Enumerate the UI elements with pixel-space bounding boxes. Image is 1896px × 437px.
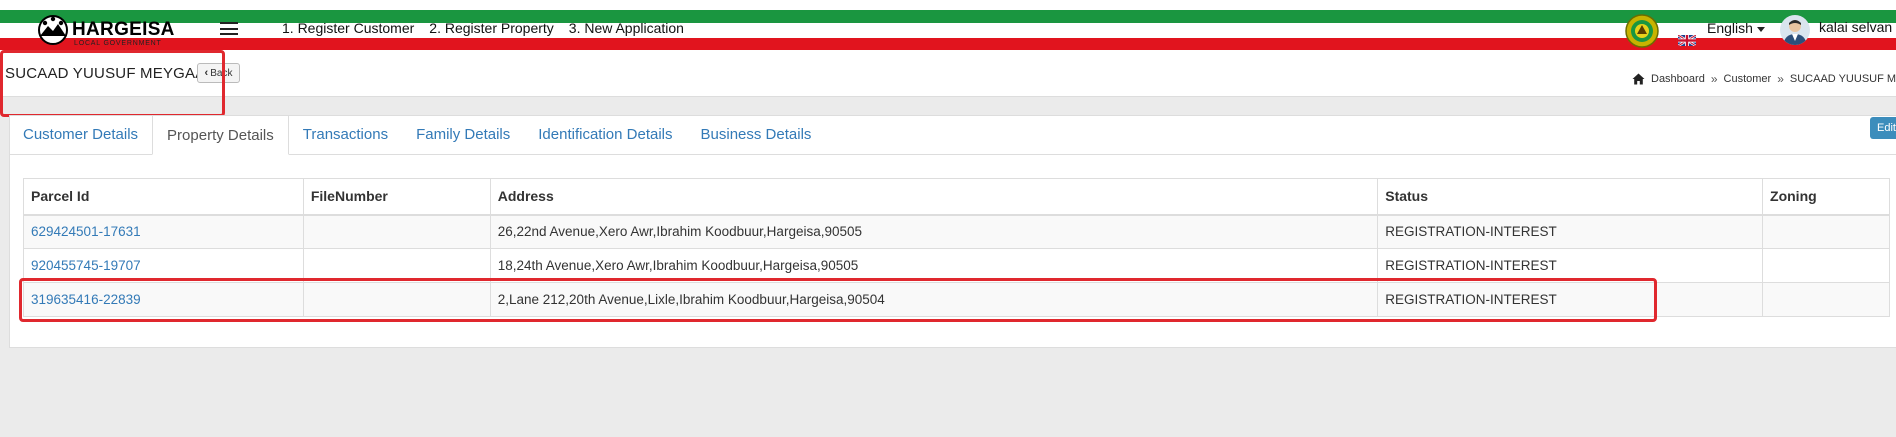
cell-file-number (302, 214, 491, 249)
uk-flag-icon (1678, 35, 1696, 46)
breadcrumb-dashboard[interactable]: Dashboard (1651, 73, 1705, 85)
tab-family-details[interactable]: Family Details (402, 116, 524, 155)
customer-details-card: Customer Details Property Details Transa… (9, 115, 1896, 348)
table-header-row: Parcel Id FileNumber Address Status Zoni… (23, 178, 1890, 216)
chevron-left-icon: ‹ (204, 67, 209, 79)
table-row: 920455745-19707 18,24th Avenue,Xero Awr,… (23, 248, 1890, 283)
details-tabs: Customer Details Property Details Transa… (10, 115, 1896, 155)
user-avatar[interactable] (1780, 15, 1810, 45)
language-dropdown[interactable]: English (1707, 20, 1765, 36)
tab-transactions[interactable]: Transactions (289, 116, 402, 155)
page-title: SUCAAD YUUSUF MEYGAAG (5, 65, 218, 82)
column-header-status[interactable]: Status (1377, 178, 1764, 216)
back-button-label: Back (210, 67, 233, 79)
parcel-id-link[interactable]: 920455745-19707 (31, 258, 141, 273)
breadcrumb: Dashboard » Customer » SUCAAD YUUSUF MEY… (1632, 72, 1896, 86)
cell-file-number (302, 248, 491, 283)
cell-status: REGISTRATION-INTEREST (1377, 248, 1764, 283)
property-table: Parcel Id FileNumber Address Status Zoni… (23, 178, 1890, 317)
parcel-id-link[interactable]: 319635416-22839 (31, 292, 141, 307)
breadcrumb-separator: » (1777, 72, 1784, 86)
language-label: English (1707, 20, 1753, 36)
breadcrumb-customer[interactable]: Customer (1724, 73, 1772, 85)
cell-zoning (1762, 282, 1890, 317)
government-seal-icon (1625, 14, 1659, 48)
user-menu[interactable]: kalai selvan (1819, 19, 1892, 35)
cell-status: REGISTRATION-INTEREST (1377, 214, 1764, 249)
cell-status: REGISTRATION-INTEREST (1377, 282, 1764, 317)
column-header-file-number[interactable]: FileNumber (302, 178, 491, 216)
cell-zoning (1762, 214, 1890, 249)
column-header-address[interactable]: Address (489, 178, 1379, 216)
flag-stripe-red (0, 38, 1896, 50)
mountain-emblem-icon (38, 15, 68, 45)
cell-parcel-id: 920455745-19707 (23, 248, 304, 283)
cell-parcel-id: 629424501-17631 (23, 214, 304, 249)
cell-file-number (302, 282, 491, 317)
cell-address: 2,Lane 212,20th Avenue,Lixle,Ibrahim Koo… (489, 282, 1379, 317)
cell-address: 18,24th Avenue,Xero Awr,Ibrahim Koodbuur… (489, 248, 1379, 283)
menu-toggle-icon[interactable] (220, 22, 238, 36)
cell-address: 26,22nd Avenue,Xero Awr,Ibrahim Koodbuur… (489, 214, 1379, 249)
home-icon (1632, 73, 1645, 85)
tab-business-details[interactable]: Business Details (687, 116, 826, 155)
cell-zoning (1762, 248, 1890, 283)
header-right-tools: English kalai selvan (1625, 12, 1896, 48)
caret-down-icon (1756, 26, 1765, 32)
back-button[interactable]: ‹ Back (197, 63, 240, 83)
logo-title: HARGEISA (72, 19, 175, 40)
table-row: 319635416-22839 2,Lane 212,20th Avenue,L… (23, 282, 1890, 317)
column-header-zoning[interactable]: Zoning (1762, 178, 1890, 216)
edit-button[interactable]: Edit (1870, 117, 1896, 139)
breadcrumb-separator: » (1710, 72, 1718, 86)
nav-register-property[interactable]: 2. Register Property (429, 20, 554, 37)
top-nav: 1. Register Customer 2. Register Propert… (282, 20, 684, 37)
column-header-parcel-id[interactable]: Parcel Id (23, 178, 304, 216)
tab-property-details[interactable]: Property Details (152, 115, 289, 155)
cell-parcel-id: 319635416-22839 (23, 282, 304, 317)
breadcrumb-current: SUCAAD YUUSUF MEYGAAG (1789, 73, 1896, 85)
nav-register-customer[interactable]: 1. Register Customer (282, 20, 414, 37)
logo-subtitle: LOCAL GOVERNMENT (74, 40, 162, 47)
tab-customer-details[interactable]: Customer Details (10, 116, 152, 155)
page-header: SUCAAD YUUSUF MEYGAAG ‹ Back Dashboard »… (0, 50, 1896, 97)
nav-new-application[interactable]: 3. New Application (569, 20, 684, 37)
top-header: HARGEISA LOCAL GOVERNMENT 1. Register Cu… (0, 0, 1896, 50)
table-row: 629424501-17631 26,22nd Avenue,Xero Awr,… (23, 214, 1890, 249)
tab-identification-details[interactable]: Identification Details (524, 116, 686, 155)
hargeisa-logo[interactable]: HARGEISA LOCAL GOVERNMENT (36, 14, 176, 47)
parcel-id-link[interactable]: 629424501-17631 (31, 224, 141, 239)
